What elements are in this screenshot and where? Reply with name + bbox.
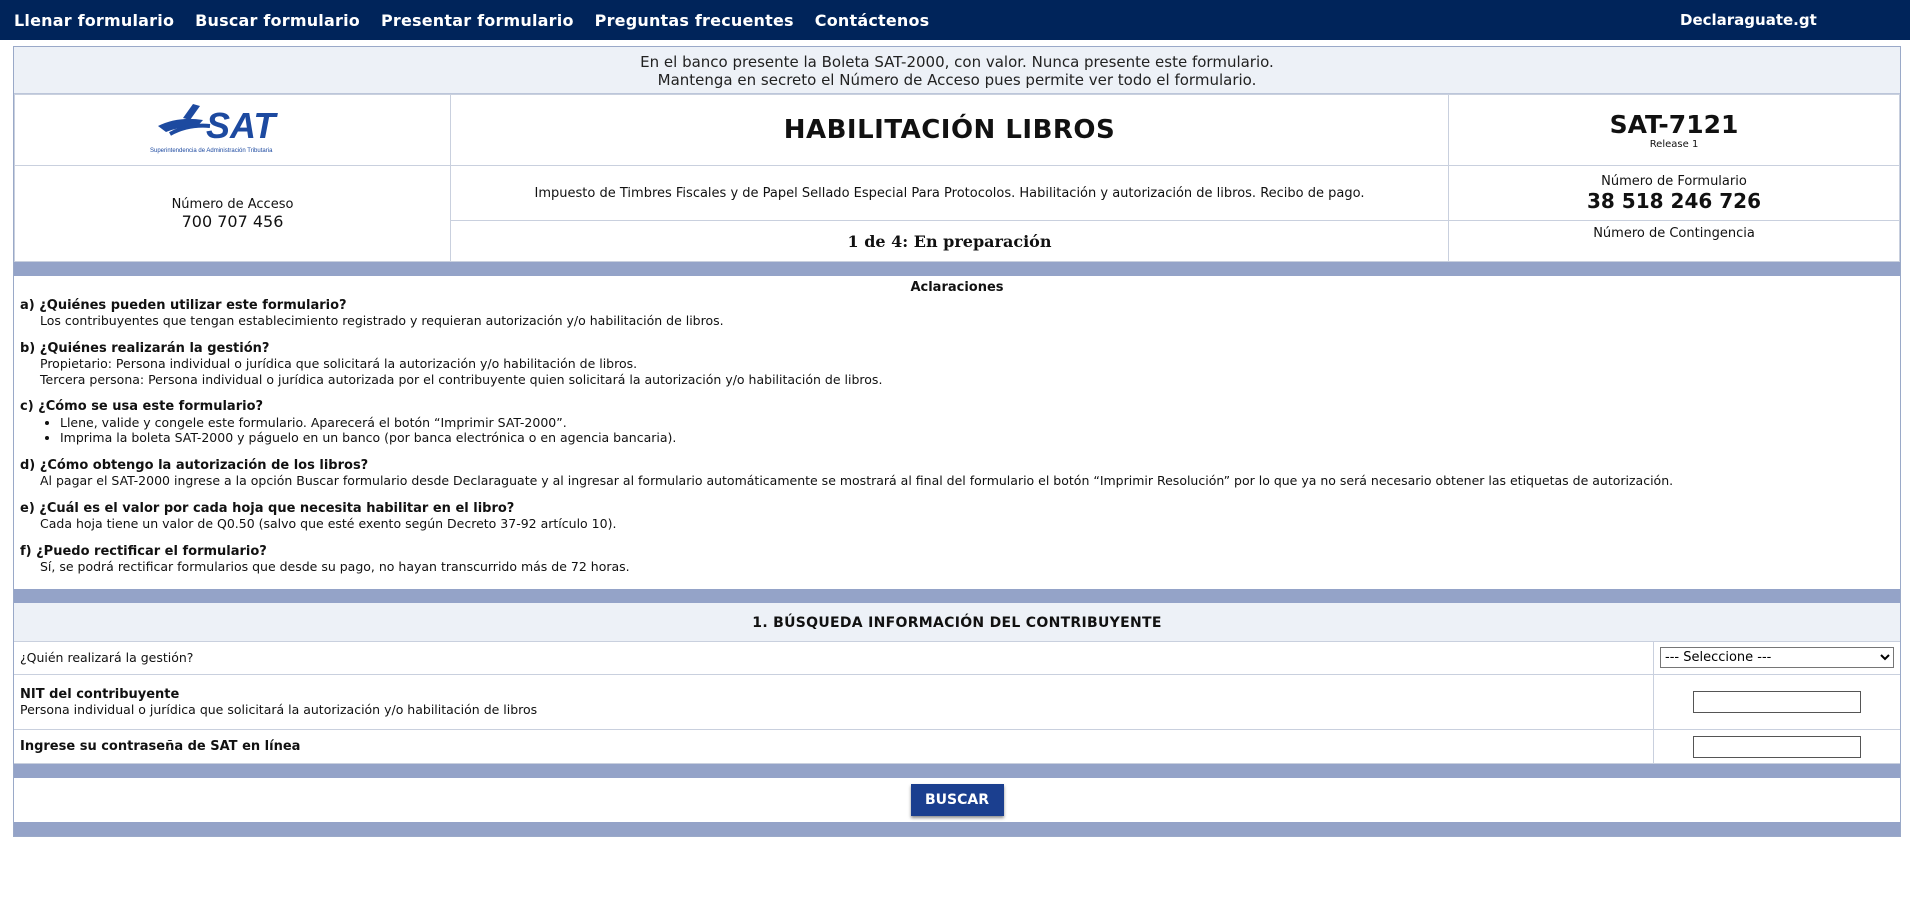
answer-b-2: Tercera persona: Persona individual o ju…	[40, 371, 883, 387]
taxpayer-search-form: ¿Quién realizará la gestión? --- Selecci…	[14, 641, 1900, 764]
form-number-cell: Número de Formulario 38 518 246 726	[1448, 165, 1900, 221]
section-divider	[14, 764, 1900, 778]
site-brand[interactable]: Declaraguate.gt	[1680, 11, 1817, 29]
section-divider	[14, 822, 1900, 836]
form-code-cell: SAT-7121 Release 1	[1448, 94, 1900, 166]
password-label: Ingrese su contraseña de SAT en línea	[20, 739, 301, 754]
answer-b-1: Propietario: Persona individual o jurídi…	[40, 356, 638, 371]
top-navigation: Llenar formulario Buscar formulario Pres…	[0, 0, 1910, 40]
password-input-cell	[1653, 729, 1900, 764]
svg-text:SAT: SAT	[206, 105, 278, 146]
nit-input[interactable]	[1693, 691, 1861, 713]
question-a: a) ¿Quiénes pueden utilizar este formula…	[20, 297, 347, 313]
status-cell: 1 de 4: En preparación	[450, 220, 1449, 262]
answer-a: Los contribuyentes que tengan establecim…	[40, 313, 724, 328]
clarifications-panel: Aclaraciones a) ¿Quiénes pueden utilizar…	[14, 276, 1900, 589]
password-input[interactable]	[1693, 735, 1861, 758]
question-e: e) ¿Cuál es el valor por cada hoja que n…	[20, 500, 515, 516]
question-c: c) ¿Cómo se usa este formulario?	[20, 399, 264, 414]
who-select-cell: --- Seleccione ---	[1653, 641, 1900, 675]
question-d: d) ¿Cómo obtengo la autorización de los …	[20, 457, 369, 473]
form-code: SAT-7121	[1609, 110, 1739, 139]
search-button[interactable]: BUSCAR	[910, 784, 1004, 816]
form-number-label: Número de Formulario	[1601, 173, 1747, 189]
form-number: 38 518 246 726	[1587, 188, 1761, 213]
banner-line-1: En el banco presente la Boleta SAT-2000,…	[640, 53, 1274, 71]
form-header-table: SAT Superintendencia de Administración T…	[14, 94, 1900, 262]
answer-c-2: Imprima la boleta SAT-2000 y páguelo en …	[60, 430, 1894, 446]
question-f: f) ¿Puedo rectificar el formulario?	[20, 543, 267, 559]
access-label: Número de Acceso	[171, 196, 294, 212]
sat-logo-cell: SAT Superintendencia de Administración T…	[14, 94, 451, 166]
nav-contactenos[interactable]: Contáctenos	[815, 11, 930, 30]
title-cell: HABILITACIÓN LIBROS	[450, 94, 1449, 166]
section-divider	[14, 262, 1900, 276]
nav-preguntas-frecuentes[interactable]: Preguntas frecuentes	[595, 11, 794, 30]
question-b: b) ¿Quiénes realizarán la gestión?	[20, 340, 270, 356]
nav-presentar-formulario[interactable]: Presentar formulario	[381, 11, 574, 30]
access-cell: Número de Acceso 700 707 456	[14, 165, 451, 262]
contingency-cell: Número de Contingencia	[1448, 220, 1900, 262]
answer-c-list: Llene, valide y congele este formulario.…	[20, 415, 1894, 446]
warning-banner: En el banco presente la Boleta SAT-2000,…	[14, 47, 1900, 94]
answer-d: Al pagar el SAT-2000 ingrese a la opción…	[40, 473, 1674, 488]
answer-e: Cada hoja tiene un valor de Q0.50 (salvo…	[40, 516, 617, 531]
who-label: ¿Quién realizará la gestión?	[14, 641, 1654, 675]
answer-c-1: Llene, valide y congele este formulario.…	[60, 415, 1894, 431]
clarifications-title: Aclaraciones	[910, 280, 1004, 295]
nit-input-cell	[1653, 674, 1900, 730]
sat-logo: SAT Superintendencia de Administración T…	[150, 104, 278, 154]
nav-buscar-formulario[interactable]: Buscar formulario	[195, 11, 360, 30]
nit-label: NIT del contribuyente	[20, 687, 180, 702]
form-status: 1 de 4: En preparación	[847, 231, 1052, 251]
release-label: Release 1	[1649, 139, 1699, 150]
answer-f: Sí, se podrá rectificar formularios que …	[40, 559, 630, 574]
section-1-title: 1. BÚSQUEDA INFORMACIÓN DEL CONTRIBUYENT…	[14, 602, 1900, 642]
password-label-cell: Ingrese su contraseña de SAT en línea	[14, 729, 1654, 764]
form-container: En el banco presente la Boleta SAT-2000,…	[13, 46, 1901, 837]
description-cell: Impuesto de Timbres Fiscales y de Papel …	[450, 165, 1449, 221]
page-title: HABILITACIÓN LIBROS	[783, 115, 1116, 145]
svg-text:Superintendencia de Administra: Superintendencia de Administración Tribu…	[150, 148, 273, 154]
section-divider	[14, 588, 1900, 603]
contingency-label: Número de Contingencia	[1593, 226, 1755, 241]
nit-description: Persona individual o jurídica que solici…	[20, 702, 538, 717]
who-select[interactable]: --- Seleccione ---	[1660, 647, 1894, 669]
button-row: BUSCAR	[14, 778, 1900, 822]
form-description: Impuesto de Timbres Fiscales y de Papel …	[534, 185, 1365, 201]
banner-line-2: Mantenga en secreto el Número de Acceso …	[657, 71, 1257, 89]
nit-label-cell: NIT del contribuyente Persona individual…	[14, 674, 1654, 730]
access-number: 700 707 456	[181, 211, 284, 231]
nav-llenar-formulario[interactable]: Llenar formulario	[14, 11, 174, 30]
